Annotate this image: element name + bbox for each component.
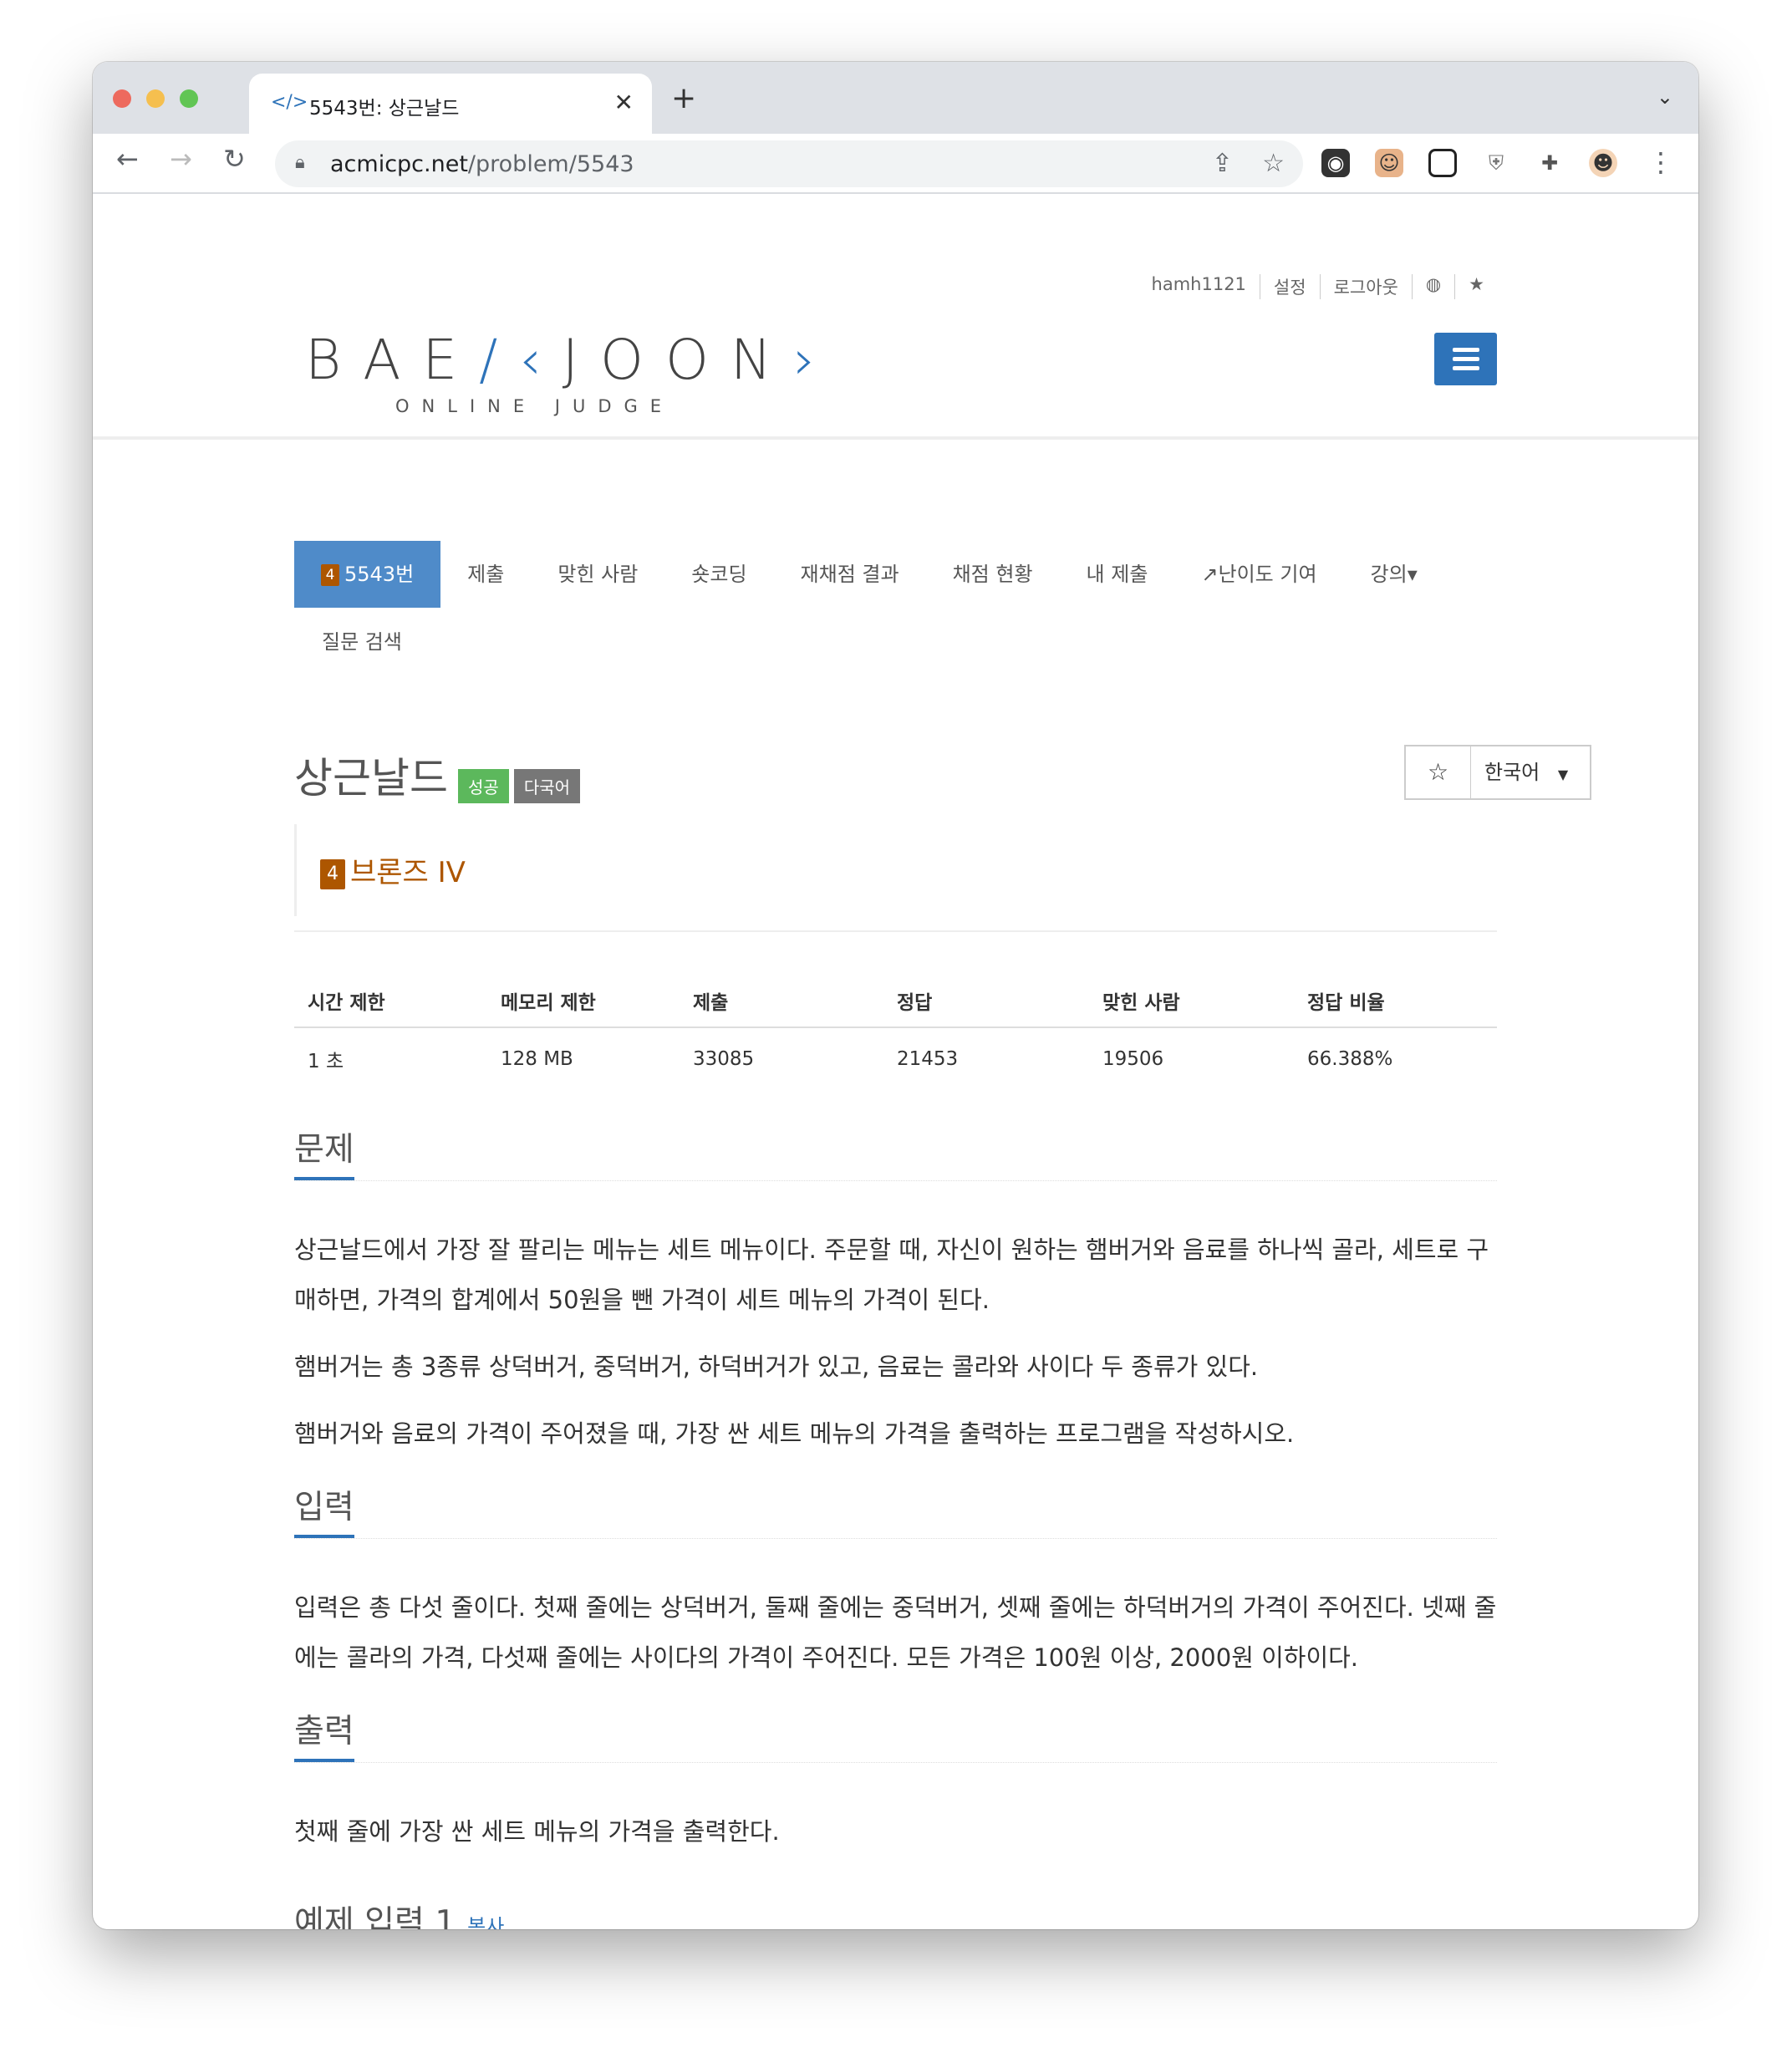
output-description: 첫째 줄에 가장 싼 세트 메뉴의 가격을 출력한다.: [294, 1817, 780, 1846]
close-tab-icon[interactable]: ✕: [614, 89, 634, 116]
bookmark-star-icon[interactable]: ☆: [1262, 149, 1285, 178]
extension-face-icon[interactable]: ☺: [1375, 149, 1403, 177]
table-header-row: 시간 제한 메모리 제한 제출 정답 맞힌 사람 정답 비율: [294, 975, 1497, 1028]
browser-window: </> 5543번: 상근날드 ✕ + ⌄ ← → ↻ 🔒︎ acmicpc.n…: [93, 62, 1698, 1929]
close-window-button[interactable]: [113, 89, 131, 108]
tier-label[interactable]: 브론즈 IV: [350, 856, 466, 889]
col-solved: 맞힌 사람: [1089, 975, 1294, 1028]
tab-title: 5543번: 상근날드: [309, 98, 460, 120]
col-memory-limit: 메모리 제한: [487, 975, 680, 1028]
nav-short-coding[interactable]: 숏코딩: [664, 541, 773, 608]
sample-input-heading: 예제 입력 1 복사: [294, 1897, 1497, 1929]
copy-button[interactable]: 복사: [467, 1915, 504, 1929]
problem-nav: 4 5543번 제출 맞힌 사람 숏코딩 재채점 결과 채점 현황 내 제출 ↗난…: [294, 541, 1444, 608]
profile-avatar[interactable]: ☻: [1589, 149, 1617, 177]
address-bar[interactable]: 🔒︎ acmicpc.net/problem/5543 ⇪ ☆: [275, 140, 1303, 187]
baekjoon-logo[interactable]: BAE/‹JOON› ONLINE JUDGE: [305, 333, 837, 417]
col-ratio: 정답 비율: [1294, 975, 1497, 1028]
table-row: 1 초 128 MB 33085 21453 19506 66.388%: [294, 1027, 1497, 1090]
problem-description-1: 상근날드에서 가장 잘 팔리는 메뉴는 세트 메뉴이다. 주문할 때, 자신이 …: [294, 1235, 1489, 1314]
header-divider: [93, 436, 1698, 440]
bronze-tier-icon: 4: [320, 858, 345, 889]
tab-search-chevron-icon[interactable]: ⌄: [1657, 85, 1673, 109]
hamburger-menu-button[interactable]: [1434, 333, 1497, 385]
submissions-value: 33085: [693, 1048, 755, 1070]
star-icon[interactable]: ★: [1454, 274, 1498, 299]
tab-bar: </> 5543번: 상근날드 ✕ + ⌄: [93, 62, 1698, 134]
problem-description-3: 햄버거와 음료의 가격이 주어졌을 때, 가장 싼 세트 메뉴의 가격을 출력하…: [294, 1419, 1295, 1448]
back-icon[interactable]: ←: [116, 145, 139, 172]
browser-toolbar: ← → ↻ 🔒︎ acmicpc.net/problem/5543 ⇪ ☆ ◉ …: [93, 134, 1698, 194]
accepted-value: 21453: [897, 1048, 959, 1070]
ratio-value: 66.388%: [1307, 1048, 1393, 1070]
col-time-limit: 시간 제한: [294, 975, 487, 1028]
language-control: ☆ 한국어 ▼: [1404, 745, 1591, 800]
extension-shield-icon[interactable]: ⛨: [1482, 149, 1510, 177]
top-links: hamh1121 설정 로그아웃 ◍ ★: [1138, 274, 1498, 299]
problem-title-row: 상근날드 성공 다국어: [294, 745, 581, 805]
multilingual-badge: 다국어: [513, 769, 581, 803]
nav-question-search[interactable]: 질문 검색: [294, 625, 430, 659]
col-submissions: 제출: [680, 975, 883, 1028]
settings-link[interactable]: 설정: [1259, 274, 1320, 299]
nav-difficulty[interactable]: ↗난이도 기여: [1174, 541, 1343, 608]
reload-icon[interactable]: ↻: [223, 145, 246, 172]
problem-title: 상근날드: [294, 754, 448, 802]
favicon-icon: </>: [271, 92, 308, 113]
extensions-puzzle-icon[interactable]: ✚: [1535, 149, 1564, 177]
browser-tab[interactable]: </> 5543번: 상근날드 ✕: [249, 74, 652, 134]
col-accepted: 정답: [883, 975, 1089, 1028]
nav-lectures[interactable]: 강의▾: [1344, 541, 1444, 608]
success-badge: 성공: [458, 769, 509, 803]
problem-heading: 문제: [294, 1123, 1497, 1181]
input-description: 입력은 총 다섯 줄이다. 첫째 줄에는 상덕버거, 둘째 줄에는 중덕버거, …: [294, 1593, 1497, 1672]
logout-link[interactable]: 로그아웃: [1319, 274, 1412, 299]
new-tab-button[interactable]: +: [671, 84, 696, 114]
memory-limit-value: 128 MB: [501, 1048, 573, 1070]
extension-mask-icon[interactable]: ◉: [1321, 149, 1350, 177]
tier-info: 4 브론즈 IV: [294, 824, 466, 916]
nav-rejudge[interactable]: 재채점 결과: [774, 541, 926, 608]
problem-stats-table: 시간 제한 메모리 제한 제출 정답 맞힌 사람 정답 비율 1 초 128 M…: [294, 975, 1497, 1090]
minimize-window-button[interactable]: [146, 89, 165, 108]
problem-description-2: 햄버거는 총 3종류 상덕버거, 중덕버거, 하덕버거가 있고, 음료는 콜라와…: [294, 1353, 1259, 1381]
nav-problem[interactable]: 4 5543번: [294, 541, 441, 608]
share-icon[interactable]: ⇪: [1212, 149, 1233, 178]
nav-solved-users[interactable]: 맞힌 사람: [531, 541, 664, 608]
url-text: acmicpc.net/problem/5543: [330, 151, 634, 177]
nav-my-submissions[interactable]: 내 제출: [1060, 541, 1175, 608]
time-limit-value: 1 초: [308, 1051, 344, 1072]
browser-menu-icon[interactable]: ⋮: [1647, 149, 1674, 176]
favorite-star-button[interactable]: ☆: [1406, 746, 1471, 798]
globe-icon[interactable]: ◍: [1411, 274, 1454, 299]
lock-icon: 🔒︎: [295, 152, 305, 173]
solved-value: 19506: [1102, 1048, 1164, 1070]
output-heading: 출력: [294, 1705, 1497, 1763]
nav-submit[interactable]: 제출: [440, 541, 531, 608]
zoom-window-button[interactable]: [180, 89, 198, 108]
nav-status[interactable]: 채점 현황: [926, 541, 1060, 608]
language-select[interactable]: 한국어 ▼: [1471, 746, 1590, 798]
user-link[interactable]: hamh1121: [1138, 274, 1260, 299]
page-content: hamh1121 설정 로그아웃 ◍ ★ BAE/‹JOON› ONLINE J…: [93, 256, 1698, 1929]
forward-icon[interactable]: →: [170, 145, 192, 172]
divider: [294, 930, 1497, 932]
external-link-icon: ↗: [1201, 563, 1219, 586]
picture-in-picture-icon[interactable]: [1428, 149, 1457, 177]
input-heading: 입력: [294, 1481, 1497, 1539]
